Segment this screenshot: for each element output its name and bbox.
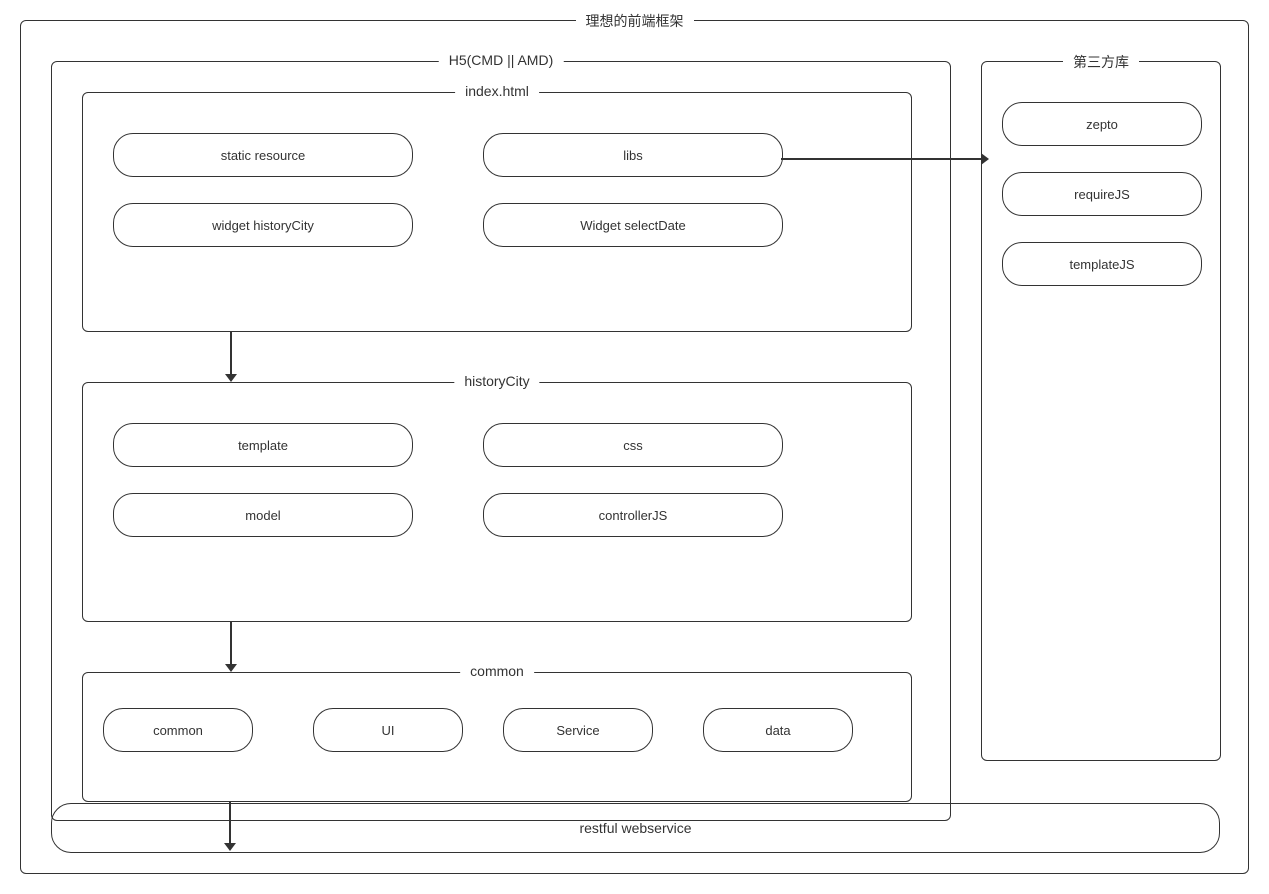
h5-panel-title: H5(CMD || AMD) — [439, 52, 564, 68]
libs-box: libs — [483, 133, 783, 177]
ui-box: UI — [313, 708, 463, 752]
templatejs-label: templateJS — [1069, 257, 1134, 272]
arrow-head-2 — [225, 664, 237, 672]
index-panel-title: index.html — [455, 83, 539, 99]
service-box: Service — [503, 708, 653, 752]
history-panel-title: historyCity — [454, 373, 539, 389]
common-panel: common common UI Service data — [82, 672, 912, 802]
arrow-line-1 — [230, 332, 232, 374]
common-item-label: common — [153, 723, 203, 738]
arrow-libs-to-third — [781, 153, 989, 165]
requirejs-label: requireJS — [1074, 187, 1130, 202]
h5-panel: H5(CMD || AMD) index.html static resourc… — [51, 61, 951, 821]
zepto-label: zepto — [1086, 117, 1118, 132]
data-label: data — [765, 723, 790, 738]
libs-label: libs — [623, 148, 643, 163]
controller-box: controllerJS — [483, 493, 783, 537]
arrow-index-to-history — [225, 332, 237, 382]
third-panel-title: 第三方库 — [1063, 52, 1139, 72]
main-container: 理想的前端框架 H5(CMD || AMD) index.html static… — [20, 20, 1249, 874]
arrow-line-2 — [230, 622, 232, 664]
service-label: Service — [556, 723, 599, 738]
third-panel: 第三方库 zepto requireJS templateJS — [981, 61, 1221, 761]
css-label: css — [623, 438, 643, 453]
arrow-libs-head — [981, 153, 989, 165]
template-label: template — [238, 438, 288, 453]
static-resource-label: static resource — [221, 148, 306, 163]
widget-history-label: widget historyCity — [212, 218, 314, 233]
arrow-history-to-common — [225, 622, 237, 672]
main-title: 理想的前端框架 — [576, 11, 694, 31]
template-box: template — [113, 423, 413, 467]
arrow-libs-line — [781, 158, 981, 160]
widget-select-box: Widget selectDate — [483, 203, 783, 247]
model-box: model — [113, 493, 413, 537]
data-box: data — [703, 708, 853, 752]
controller-label: controllerJS — [599, 508, 668, 523]
requirejs-box: requireJS — [1002, 172, 1202, 216]
restful-box: restful webservice — [51, 803, 1220, 853]
widget-select-label: Widget selectDate — [580, 218, 686, 233]
css-box: css — [483, 423, 783, 467]
common-item-box: common — [103, 708, 253, 752]
ui-label: UI — [382, 723, 395, 738]
history-panel: historyCity template css model controlle… — [82, 382, 912, 622]
static-resource-box: static resource — [113, 133, 413, 177]
restful-label: restful webservice — [579, 820, 691, 836]
model-label: model — [245, 508, 280, 523]
widget-history-box: widget historyCity — [113, 203, 413, 247]
arrow-head-1 — [225, 374, 237, 382]
index-panel: index.html static resource libs widget h… — [82, 92, 912, 332]
templatejs-box: templateJS — [1002, 242, 1202, 286]
common-panel-title: common — [460, 663, 534, 679]
zepto-box: zepto — [1002, 102, 1202, 146]
